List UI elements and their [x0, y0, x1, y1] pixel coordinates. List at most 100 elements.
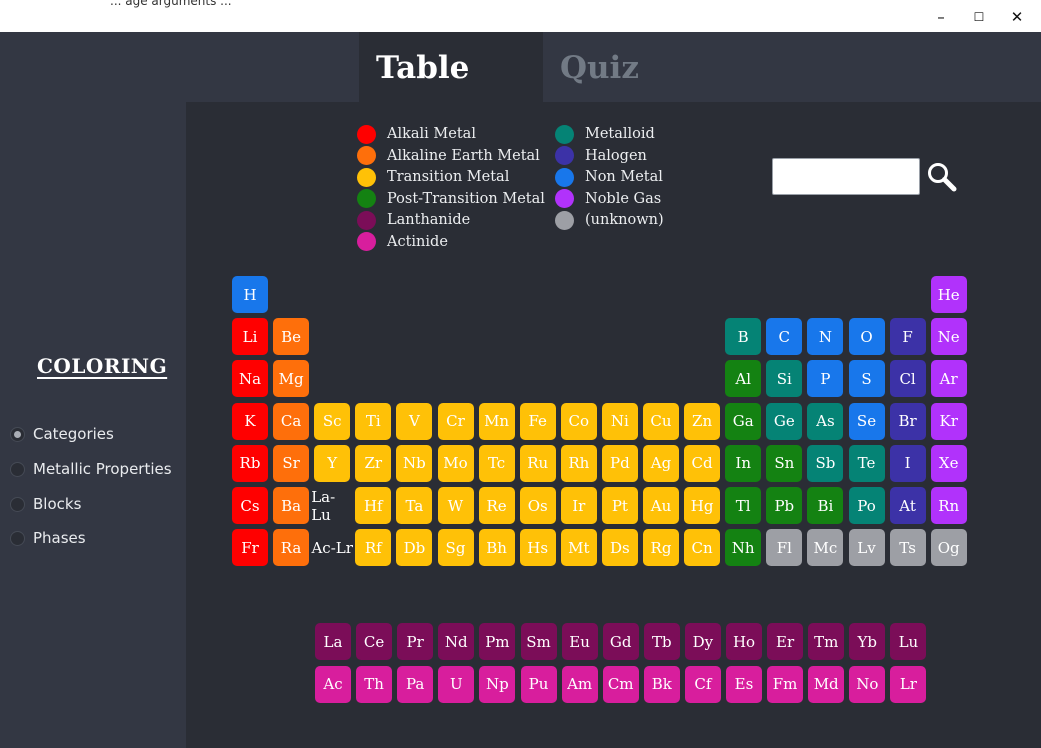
element-tile-h[interactable]: H	[232, 276, 268, 313]
element-tile-as[interactable]: As	[807, 402, 844, 440]
element-tile-na[interactable]: Na	[232, 360, 268, 398]
element-tile-tc[interactable]: Tc	[478, 444, 515, 482]
element-tile-be[interactable]: Be	[273, 318, 310, 356]
element-tile-ru[interactable]: Ru	[519, 444, 556, 482]
element-tile-lr[interactable]: Lr	[890, 665, 927, 703]
element-tile-os[interactable]: Os	[519, 487, 556, 524]
element-tile-cf[interactable]: Cf	[684, 665, 721, 703]
close-button[interactable]: ✕	[1005, 6, 1029, 28]
element-tile-tm[interactable]: Tm	[808, 623, 845, 660]
element-tile-pa[interactable]: Pa	[397, 665, 434, 703]
element-tile-hf[interactable]: Hf	[355, 487, 392, 524]
element-tile-k[interactable]: K	[232, 402, 268, 440]
radio-categories[interactable]: Categories	[10, 422, 114, 446]
element-tile-bi[interactable]: Bi	[807, 487, 844, 524]
element-tile-pt[interactable]: Pt	[601, 487, 638, 524]
tab-table[interactable]: Table	[359, 32, 543, 102]
element-tile-md[interactable]: Md	[808, 665, 845, 703]
element-tile-ni[interactable]: Ni	[601, 402, 638, 440]
radio-phases[interactable]: Phases	[10, 526, 86, 550]
element-tile-rf[interactable]: Rf	[355, 529, 392, 567]
element-tile-ne[interactable]: Ne	[930, 318, 967, 356]
element-tile-pd[interactable]: Pd	[601, 444, 638, 482]
element-tile-li[interactable]: Li	[232, 318, 268, 356]
element-tile-n[interactable]: N	[807, 318, 844, 356]
element-tile-f[interactable]: F	[889, 318, 926, 356]
element-tile-cn[interactable]: Cn	[684, 529, 721, 567]
element-tile-sn[interactable]: Sn	[766, 444, 803, 482]
element-tile-sr[interactable]: Sr	[273, 444, 310, 482]
element-tile-rh[interactable]: Rh	[560, 444, 597, 482]
element-tile-se[interactable]: Se	[848, 402, 885, 440]
element-tile-w[interactable]: W	[437, 487, 474, 524]
element-tile-dy[interactable]: Dy	[684, 623, 721, 660]
element-tile-ar[interactable]: Ar	[930, 360, 967, 398]
element-tile-s[interactable]: S	[848, 360, 885, 398]
element-tile-nh[interactable]: Nh	[725, 529, 762, 567]
element-tile-cu[interactable]: Cu	[643, 402, 679, 440]
element-tile-ga[interactable]: Ga	[725, 402, 762, 440]
element-tile-pb[interactable]: Pb	[766, 487, 803, 524]
element-tile-ir[interactable]: Ir	[560, 487, 597, 524]
element-tile-hg[interactable]: Hg	[684, 487, 721, 524]
element-tile-nd[interactable]: Nd	[438, 623, 475, 660]
element-tile-la[interactable]: La	[315, 623, 351, 660]
element-tile-y[interactable]: Y	[314, 444, 351, 482]
element-tile-fm[interactable]: Fm	[767, 665, 804, 703]
maximize-button[interactable]: ☐	[967, 6, 991, 28]
element-tile-th[interactable]: Th	[356, 665, 393, 703]
element-tile-ho[interactable]: Ho	[726, 623, 762, 660]
element-tile-kr[interactable]: Kr	[930, 402, 967, 440]
element-tile-in[interactable]: In	[725, 444, 762, 482]
element-tile-mn[interactable]: Mn	[478, 402, 515, 440]
element-tile-b[interactable]: B	[725, 318, 762, 356]
element-tile-es[interactable]: Es	[726, 665, 762, 703]
element-tile-re[interactable]: Re	[478, 487, 515, 524]
element-tile-v[interactable]: V	[396, 402, 433, 440]
element-tile-au[interactable]: Au	[643, 487, 679, 524]
element-tile-gd[interactable]: Gd	[602, 623, 639, 660]
element-tile-tl[interactable]: Tl	[725, 487, 762, 524]
element-tile-no[interactable]: No	[849, 665, 886, 703]
element-tile-ge[interactable]: Ge	[766, 402, 803, 440]
element-tile-si[interactable]: Si	[766, 360, 803, 398]
element-tile-sc[interactable]: Sc	[314, 402, 351, 440]
element-tile-zn[interactable]: Zn	[684, 402, 721, 440]
element-tile-xe[interactable]: Xe	[930, 444, 967, 482]
element-tile-fe[interactable]: Fe	[519, 402, 556, 440]
element-tile-mt[interactable]: Mt	[560, 529, 597, 567]
element-tile-bh[interactable]: Bh	[478, 529, 515, 567]
element-tile-p[interactable]: P	[807, 360, 844, 398]
element-tile-eu[interactable]: Eu	[561, 623, 598, 660]
element-tile-db[interactable]: Db	[396, 529, 433, 567]
search-input[interactable]	[772, 158, 920, 195]
element-tile-ts[interactable]: Ts	[889, 529, 926, 567]
element-tile-at[interactable]: At	[889, 487, 926, 524]
element-tile-ce[interactable]: Ce	[356, 623, 393, 660]
element-tile-sg[interactable]: Sg	[437, 529, 474, 567]
element-tile-al[interactable]: Al	[725, 360, 762, 398]
element-tile-cm[interactable]: Cm	[602, 665, 639, 703]
element-tile-hs[interactable]: Hs	[519, 529, 556, 567]
element-tile-ac[interactable]: Ac	[315, 665, 351, 703]
element-tile-lu[interactable]: Lu	[890, 623, 927, 660]
element-tile-c[interactable]: C	[766, 318, 803, 356]
element-tile-o[interactable]: O	[848, 318, 885, 356]
minimize-button[interactable]: –	[929, 6, 953, 28]
element-tile-ta[interactable]: Ta	[396, 487, 433, 524]
element-tile-rb[interactable]: Rb	[232, 444, 268, 482]
element-tile-ca[interactable]: Ca	[273, 402, 310, 440]
element-tile-zr[interactable]: Zr	[355, 444, 392, 482]
element-tile-er[interactable]: Er	[767, 623, 804, 660]
element-tile-sb[interactable]: Sb	[807, 444, 844, 482]
element-tile-pm[interactable]: Pm	[479, 623, 516, 660]
radio-blocks[interactable]: Blocks	[10, 492, 81, 516]
tab-quiz[interactable]: Quiz	[543, 32, 727, 102]
element-tile-nb[interactable]: Nb	[396, 444, 433, 482]
element-tile-mg[interactable]: Mg	[273, 360, 310, 398]
element-tile-rn[interactable]: Rn	[930, 487, 967, 524]
element-tile-mc[interactable]: Mc	[807, 529, 844, 567]
element-tile-sm[interactable]: Sm	[520, 623, 557, 660]
element-tile-fl[interactable]: Fl	[766, 529, 803, 567]
element-tile-cd[interactable]: Cd	[684, 444, 721, 482]
